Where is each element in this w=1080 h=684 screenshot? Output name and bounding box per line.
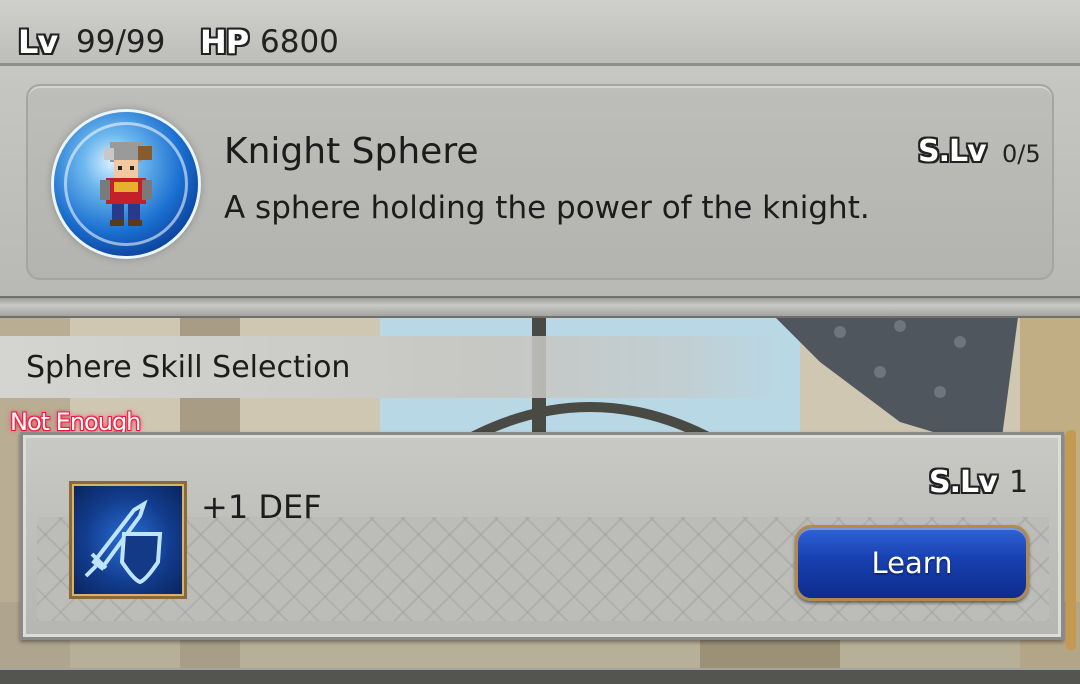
level-value: 99/99 — [76, 24, 166, 60]
sphere-info-area: Knight Sphere A sphere holding the power… — [0, 66, 1080, 302]
sphere-slv-value: 0/5 — [1002, 140, 1041, 168]
scrollbar[interactable] — [1066, 430, 1076, 650]
skill-slv-label: S.Lv — [929, 465, 998, 500]
hp-value: 6800 — [260, 24, 339, 60]
section-title: Sphere Skill Selection — [26, 350, 351, 385]
bottom-strip — [0, 668, 1080, 684]
sphere-description: A sphere holding the power of the knight… — [224, 190, 870, 226]
sphere-info-card: Knight Sphere A sphere holding the power… — [26, 84, 1054, 280]
sword-shield-icon — [69, 481, 187, 599]
learn-button-label: Learn — [871, 546, 953, 580]
skill-slv-value: 1 — [1009, 465, 1029, 500]
panel-divider — [0, 296, 1080, 318]
learn-button[interactable]: Learn — [795, 525, 1029, 601]
sphere-name: Knight Sphere — [224, 131, 479, 172]
section-header: Sphere Skill Selection — [0, 336, 790, 398]
sphere-slv-label: S.Lv — [918, 134, 987, 169]
skill-card[interactable]: +1 DEF S.Lv 1 Learn — [20, 432, 1064, 640]
hp-label: HP — [200, 23, 249, 61]
skill-name: +1 DEF — [201, 488, 322, 526]
stats-bar: Lv 99/99 HP 6800 — [0, 0, 1080, 66]
level-label: Lv — [18, 23, 58, 61]
knight-sprite — [100, 142, 152, 226]
sword-shield-glyph — [84, 499, 163, 585]
knight-sprite-orb-icon — [54, 112, 198, 256]
